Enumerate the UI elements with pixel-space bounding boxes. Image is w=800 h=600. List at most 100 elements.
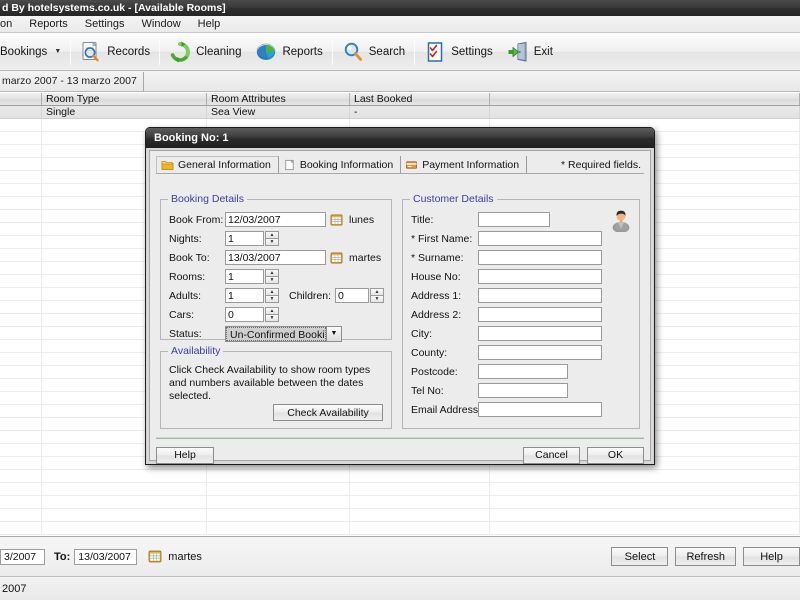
table-row[interactable] [0,483,800,496]
tel-no-input[interactable] [478,383,568,398]
toolbar-button-exit[interactable]: Exit [500,35,560,69]
grid-column-header-blank-right[interactable] [490,93,800,105]
cleaning-icon [169,41,191,63]
postcode-input[interactable] [478,364,568,379]
grid-column-header-room-attributes[interactable]: Room Attributes [207,93,350,105]
status-selected-value: Un-Confirmed Booking [226,326,326,341]
toolbar-button-settings[interactable]: Settings [417,35,500,69]
nights-stepper[interactable]: ▲ ▼ [265,231,279,246]
grid-cell-empty [42,509,207,521]
first-name-input[interactable] [478,231,602,246]
toolbar-button-bookings[interactable]: Bookings ▼ [0,35,68,69]
stepper-up-icon[interactable]: ▲ [265,231,279,239]
refresh-button[interactable]: Refresh [675,547,736,566]
from-date-input[interactable] [0,548,45,565]
calendar-icon[interactable] [330,252,343,264]
rooms-stepper[interactable]: ▲ ▼ [265,269,279,284]
stepper-up-icon[interactable]: ▲ [370,288,385,296]
toolbar-button-reports[interactable]: Reports [248,35,329,69]
bottom-help-button[interactable]: Help [743,547,800,566]
stepper-down-icon[interactable]: ▼ [265,239,279,246]
stepper-up-icon[interactable]: ▲ [265,269,279,277]
surname-input[interactable] [478,250,602,265]
status-select[interactable]: Un-Confirmed Booking ▼ [225,325,342,342]
rooms-input[interactable] [225,269,264,284]
tab-payment-information[interactable]: Payment Information [401,156,528,173]
availability-title: Availability [168,345,224,357]
tab-date-range[interactable]: marzo 2007 - 13 marzo 2007 [0,72,144,91]
address-2-input[interactable] [478,307,602,322]
grid-cell-empty [350,483,490,495]
stepper-down-icon[interactable]: ▼ [370,296,385,303]
title-input[interactable] [478,212,550,227]
table-row[interactable]: Single Sea View - [0,106,800,119]
address-1-input[interactable] [478,288,602,303]
grid-cell-empty [0,197,42,209]
city-input[interactable] [478,326,602,341]
toolbar-button-search[interactable]: Search [335,35,412,69]
grid-header-row: Room Type Room Attributes Last Booked [0,92,800,106]
children-stepper[interactable]: ▲ ▼ [370,288,385,303]
customer-field-row: * Surname: [411,248,602,267]
table-row[interactable] [0,470,800,483]
chevron-down-icon[interactable]: ▼ [326,326,341,341]
grid-cell-empty [0,431,42,443]
menu-item-help[interactable]: Help [190,17,229,31]
grid-cell-empty [0,470,42,482]
menu-bar: on Reports Settings Window Help [0,16,800,33]
stepper-up-icon[interactable]: ▲ [265,288,279,296]
stepper-down-icon[interactable]: ▼ [265,277,279,284]
table-row[interactable] [0,496,800,509]
booking-dialog-footer: Help Cancel OK [156,443,644,467]
menu-item-settings[interactable]: Settings [77,17,133,31]
grid-column-header-room-type[interactable]: Room Type [42,93,207,105]
dialog-cancel-button[interactable]: Cancel [523,446,580,464]
adults-input[interactable] [225,288,264,303]
email-address-input[interactable] [478,402,602,417]
check-availability-button[interactable]: Check Availability [273,404,383,421]
adults-stepper[interactable]: ▲ ▼ [265,288,279,303]
table-row[interactable] [0,509,800,522]
calendar-icon[interactable] [330,214,343,226]
dialog-ok-button[interactable]: OK [587,446,644,464]
menu-item-reports[interactable]: Reports [21,17,76,31]
application-window: d By hotelsystems.co.uk - [Available Roo… [0,0,800,600]
page-icon [283,159,296,171]
stepper-up-icon[interactable]: ▲ [265,307,279,315]
calendar-icon[interactable] [143,550,162,563]
stepper-down-icon[interactable]: ▼ [265,296,279,303]
grid-column-header-blank-left[interactable] [0,93,42,105]
select-button[interactable]: Select [611,547,669,566]
book-to-input[interactable] [225,250,326,265]
book-from-input[interactable] [225,212,326,227]
label-house-no: House No: [411,270,461,283]
to-date-input[interactable] [74,548,138,565]
grid-cell-empty [0,366,42,378]
grid-cell-room-attributes: Sea View [207,106,350,118]
grid-cell-empty [490,470,800,482]
grid-cell-empty [42,470,207,482]
book-from-day-label: lunes [349,213,375,226]
county-input[interactable] [478,345,602,360]
cars-input[interactable] [225,307,264,322]
cars-stepper[interactable]: ▲ ▼ [265,307,279,322]
customer-field-row: Tel No: [411,381,568,400]
toolbar-button-records[interactable]: Records [73,35,157,69]
grid-cell-blank-right [490,106,800,118]
grid-cell-empty [0,262,42,274]
grid-cell-empty [0,379,42,391]
menu-item-window[interactable]: Window [134,17,189,31]
children-input[interactable] [335,288,370,303]
grid-column-header-last-booked[interactable]: Last Booked [350,93,490,105]
toolbar-button-cleaning[interactable]: Cleaning [162,35,248,69]
stepper-down-icon[interactable]: ▼ [265,315,279,322]
house-no-input[interactable] [478,269,602,284]
label-title: Title: [411,213,434,226]
booking-details-group: Booking Details Book From: 12/03/2007 lu… [160,193,392,342]
tab-booking-information[interactable]: Booking Information [279,156,402,173]
table-row[interactable] [0,522,800,535]
dialog-help-button[interactable]: Help [156,446,214,464]
menu-item-on[interactable]: on [0,17,20,31]
nights-input[interactable] [225,231,264,246]
tab-general-information[interactable]: General Information [156,156,279,173]
